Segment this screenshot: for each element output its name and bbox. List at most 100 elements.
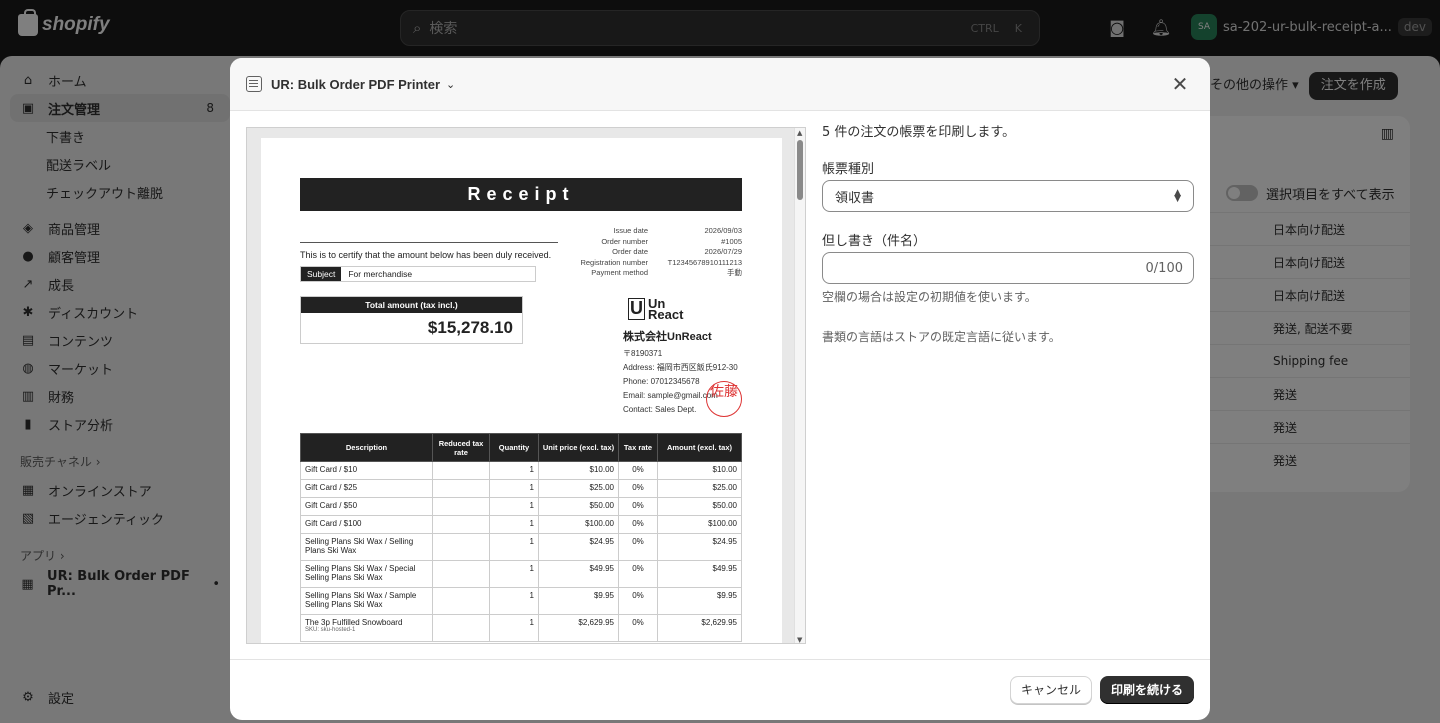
cell-qty: 1 — [489, 533, 539, 561]
cell-desc: Gift Card / $25 — [300, 479, 433, 498]
meta-key: Order number — [601, 236, 648, 246]
divider — [300, 242, 558, 243]
cell-unit: $50.00 — [538, 497, 619, 516]
modal-header: UR: Bulk Order PDF Printer ⌄ ✕ — [230, 58, 1210, 111]
company-name: 株式会社UnReact — [623, 331, 712, 343]
table-row: The 3p Fulfilled Snowboard SKU: sku-hoste… — [300, 614, 742, 642]
cell-reduced — [432, 587, 490, 615]
meta-row: Registration number T12345678910111213 — [566, 258, 742, 269]
cell-amount: $24.95 — [657, 533, 742, 561]
cancel-button[interactable]: キャンセル — [1009, 676, 1092, 704]
cell-rate: 0% — [618, 614, 658, 642]
pdf-preview[interactable]: Receipt This is to certify that the amou… — [246, 127, 806, 644]
meta-value: #1005 — [721, 236, 742, 246]
subject-help: 空欄の場合は設定の初期値を使います。 — [822, 290, 1037, 304]
cell-qty: 1 — [489, 515, 539, 534]
cell-reduced — [432, 479, 490, 498]
col-quantity: Quantity — [489, 433, 539, 462]
cell-rate: 0% — [618, 515, 658, 534]
hanko-stamp: 佐藤 — [706, 381, 742, 417]
close-icon[interactable]: ✕ — [1166, 70, 1194, 98]
subject-value: For merchandise — [348, 269, 413, 279]
order-count-text: 5 件の注文の帳票を印刷します。 — [822, 125, 1016, 140]
cell-unit: $2,629.95 — [538, 614, 619, 642]
cell-qty: 1 — [489, 461, 539, 480]
cell-desc: Gift Card / $50 — [300, 497, 433, 516]
meta-key: Order date — [612, 247, 648, 256]
scroll-up-icon[interactable]: ▲ — [797, 129, 802, 137]
col-reduced-tax: Reduced tax rate — [432, 433, 490, 462]
cell-qty: 1 — [489, 497, 539, 516]
cell-rate: 0% — [618, 497, 658, 516]
cell-unit: $9.95 — [538, 587, 619, 615]
meta-value: T12345678910111213 — [667, 257, 742, 267]
scroll-thumb[interactable] — [797, 140, 803, 200]
col-unit-price: Unit price (excl. tax) — [538, 433, 619, 462]
cell-reduced — [432, 533, 490, 561]
cell-qty: 1 — [489, 614, 539, 642]
cell-qty: 1 — [489, 479, 539, 498]
cell-unit: $25.00 — [538, 479, 619, 498]
receipt-page: Receipt This is to certify that the amou… — [261, 138, 782, 643]
total-value: $15,278.10 — [427, 318, 513, 337]
preview-scrollbar[interactable]: ▲ ▼ — [794, 128, 805, 643]
doc-type-select[interactable]: 領収書 ▲ ▼ — [822, 180, 1194, 212]
cell-amount: $2,629.95 — [657, 614, 742, 642]
item-name: The 3p Fulfilled Snowboard — [305, 618, 403, 627]
cell-desc: The 3p Fulfilled Snowboard SKU: sku-hoste… — [300, 614, 433, 642]
app-table-icon — [246, 76, 262, 92]
cell-desc: Selling Plans Ski Wax / Selling Plans Sk… — [300, 533, 433, 561]
modal-footer: キャンセル 印刷を続ける — [230, 659, 1210, 720]
cell-amount: $9.95 — [657, 587, 742, 615]
cell-amount: $100.00 — [657, 515, 742, 534]
meta-value: 2026/09/03 — [704, 226, 742, 235]
cell-amount: $25.00 — [657, 479, 742, 498]
meta-key: Registration number — [580, 257, 648, 267]
chevron-down-icon[interactable]: ⌄ — [446, 78, 455, 91]
scroll-down-icon[interactable]: ▼ — [797, 636, 802, 643]
cell-reduced — [432, 560, 490, 588]
select-arrows-icon: ▲ ▼ — [1174, 188, 1181, 204]
table-row: Gift Card / $25 1 $25.00 0% $25.00 — [300, 479, 742, 498]
subject-box: Subject For merchandise — [300, 266, 536, 282]
cell-reduced — [432, 497, 490, 516]
table-row: Selling Plans Ski Wax / Sample Selling P… — [300, 587, 742, 615]
modal-title[interactable]: UR: Bulk Order PDF Printer — [271, 77, 440, 92]
col-amount: Amount (excl. tax) — [657, 433, 742, 462]
table-row: Gift Card / $100 1 $100.00 0% $100.00 — [300, 515, 742, 534]
logo-bottom: React — [648, 307, 684, 322]
cell-unit: $10.00 — [538, 461, 619, 480]
items-table: Description Reduced tax rate Quantity Un… — [300, 433, 742, 642]
language-note: 書類の言語はストアの既定言語に従います。 — [822, 330, 1061, 344]
receipt-meta: Issue date 2026/09/03 Order number #1005 O… — [566, 226, 742, 279]
subject-input[interactable] — [833, 260, 1146, 276]
logo-text: Un React — [648, 297, 684, 322]
item-sku: SKU: sku-hosted-1 — [305, 627, 356, 633]
cell-unit: $49.95 — [538, 560, 619, 588]
continue-print-button[interactable]: 印刷を続ける — [1099, 676, 1194, 704]
modal-body: Receipt This is to certify that the amou… — [230, 111, 1210, 659]
logo-mark: U — [628, 298, 645, 320]
cell-desc: Gift Card / $10 — [300, 461, 433, 480]
cell-unit: $24.95 — [538, 533, 619, 561]
receipt-title: Receipt — [300, 178, 742, 211]
table-row: Selling Plans Ski Wax / Special Selling … — [300, 560, 742, 588]
meta-row: Order number #1005 — [566, 237, 742, 248]
postal-code: 〒8190371 — [623, 349, 663, 358]
cell-rate: 0% — [618, 461, 658, 480]
meta-row: Payment method 手動 — [566, 268, 742, 279]
cell-desc: Selling Plans Ski Wax / Special Selling … — [300, 560, 433, 588]
subject-label: 但し書き（件名） — [822, 234, 927, 249]
meta-key: Payment method — [591, 268, 648, 277]
doc-type-label: 帳票種別 — [822, 162, 875, 177]
subject-input-field[interactable]: 0/100 — [822, 252, 1194, 284]
cell-rate: 0% — [618, 587, 658, 615]
cell-unit: $100.00 — [538, 515, 619, 534]
address-line: Address: 福岡市西区飯氏912-30 — [623, 363, 738, 372]
cell-amount: $50.00 — [657, 497, 742, 516]
cell-qty: 1 — [489, 560, 539, 588]
print-options: 5 件の注文の帳票を印刷します。 帳票種別 領収書 ▲ ▼ 但し書き（件名） 0/… — [822, 125, 1194, 345]
cell-amount: $10.00 — [657, 461, 742, 480]
total-label: Total amount (tax incl.) — [301, 297, 522, 313]
subject-key: Subject — [301, 267, 342, 281]
